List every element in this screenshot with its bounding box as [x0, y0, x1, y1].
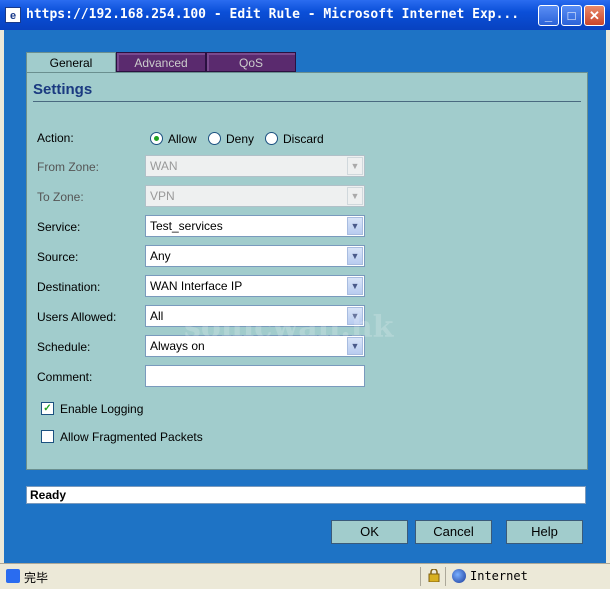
action-deny-radio[interactable] [208, 132, 221, 145]
close-button[interactable]: ✕ [584, 5, 605, 26]
comment-label: Comment: [37, 370, 93, 384]
status-separator [420, 567, 421, 586]
enable-logging-label[interactable]: Enable Logging [60, 402, 143, 416]
service-label: Service: [37, 220, 81, 234]
enable-logging-checkbox[interactable]: ✓ [41, 402, 54, 415]
lock-icon [428, 569, 440, 582]
to-zone-label: To Zone: [37, 190, 84, 204]
tab-qos[interactable]: QoS [206, 52, 296, 72]
maximize-button[interactable]: □ [561, 5, 582, 26]
tab-general[interactable]: General [26, 52, 116, 74]
source-label: Source: [37, 250, 79, 264]
security-zone-text: Internet [470, 569, 528, 583]
chevron-down-icon: ▼ [347, 187, 363, 205]
chevron-down-icon: ▼ [347, 157, 363, 175]
settings-panel: Settings Action: Allow Deny Discard From… [26, 72, 588, 470]
help-button[interactable]: Help [506, 520, 583, 544]
from-zone-value: WAN [150, 159, 178, 173]
chevron-down-icon[interactable]: ▼ [347, 217, 363, 235]
service-select[interactable]: Test_services ▼ [145, 215, 365, 237]
cancel-button[interactable]: Cancel [415, 520, 492, 544]
tab-advanced[interactable]: Advanced [116, 52, 206, 72]
settings-heading: Settings [33, 81, 93, 98]
dialog-body: General Advanced QoS Settings Action: Al… [4, 30, 606, 563]
to-zone-select: VPN ▼ [145, 185, 365, 207]
title-bar: e https://192.168.254.100 - Edit Rule - … [0, 0, 610, 30]
minimize-button[interactable]: _ [538, 5, 559, 26]
users-allowed-label: Users Allowed: [37, 310, 117, 324]
browser-status-bar: 完毕 Internet [0, 563, 610, 589]
action-allow-radio[interactable] [150, 132, 163, 145]
schedule-label: Schedule: [37, 340, 91, 354]
action-allow-label[interactable]: Allow [168, 132, 197, 146]
status-bar-text: 完毕 [24, 571, 49, 585]
status-separator [445, 567, 446, 586]
action-discard-label[interactable]: Discard [283, 132, 324, 146]
action-label: Action: [37, 131, 74, 145]
chevron-down-icon[interactable]: ▼ [347, 277, 363, 295]
ie-page-icon: e [5, 7, 21, 23]
to-zone-value: VPN [150, 189, 175, 203]
allow-fragmented-label[interactable]: Allow Fragmented Packets [60, 430, 203, 444]
chevron-down-icon[interactable]: ▼ [347, 247, 363, 265]
service-value: Test_services [150, 219, 223, 233]
source-value: Any [150, 249, 171, 263]
from-zone-label: From Zone: [37, 160, 100, 174]
destination-value: WAN Interface IP [150, 279, 243, 293]
users-allowed-value: All [150, 309, 164, 323]
action-deny-label[interactable]: Deny [226, 132, 254, 146]
window-title: https://192.168.254.100 - Edit Rule - Mi… [26, 7, 520, 22]
from-zone-select: WAN ▼ [145, 155, 365, 177]
status-field: Ready [26, 486, 586, 504]
allow-fragmented-checkbox[interactable] [41, 430, 54, 443]
comment-input[interactable] [145, 365, 365, 387]
settings-divider [33, 101, 581, 102]
globe-icon [452, 569, 466, 583]
status-text: Ready [30, 488, 67, 502]
ok-button[interactable]: OK [331, 520, 408, 544]
ie-status-icon [6, 569, 20, 583]
action-discard-radio[interactable] [265, 132, 278, 145]
destination-label: Destination: [37, 280, 101, 294]
source-select[interactable]: Any ▼ [145, 245, 365, 267]
watermark-text: sonicwall.hk [184, 310, 394, 345]
destination-select[interactable]: WAN Interface IP ▼ [145, 275, 365, 297]
